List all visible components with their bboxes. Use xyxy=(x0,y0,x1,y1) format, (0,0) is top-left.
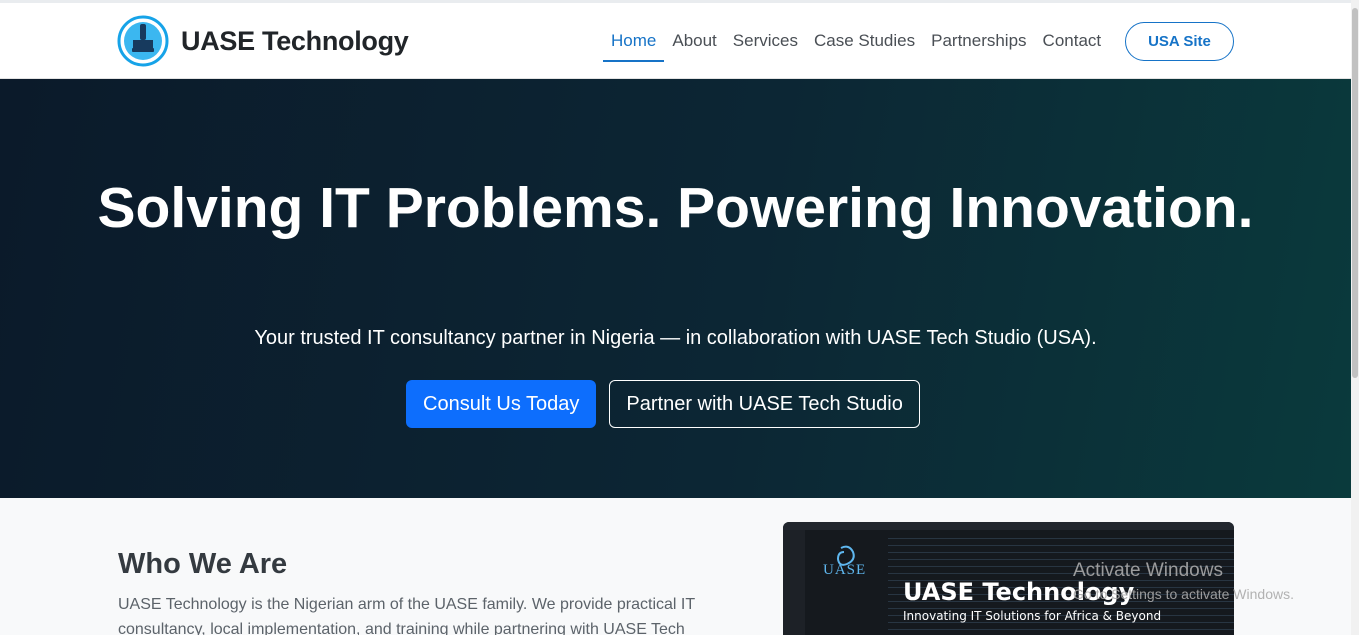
nav-about[interactable]: About xyxy=(664,22,724,60)
nav-home[interactable]: Home xyxy=(603,22,665,62)
partner-button[interactable]: Partner with UASE Tech Studio xyxy=(609,380,920,428)
windows-activation-watermark: Activate Windows Go to Settings to activ… xyxy=(1073,560,1294,602)
brand-name: UASE Technology xyxy=(181,25,409,56)
nav-case-studies[interactable]: Case Studies xyxy=(806,22,923,60)
image-sidebar xyxy=(783,530,805,635)
about-title: Who We Are xyxy=(118,548,288,580)
image-tagline: Innovating IT Solutions for Africa & Bey… xyxy=(903,609,1162,623)
page-scrollbar[interactable] xyxy=(1351,0,1359,635)
hero-title-text: Solving IT Problems. Powering Innovation… xyxy=(97,176,1254,240)
scrollbar-thumb[interactable] xyxy=(1352,8,1358,378)
brand[interactable]: UASE Technology xyxy=(117,15,409,67)
navbar: UASE Technology Home About Services Case… xyxy=(0,3,1351,79)
nav-services[interactable]: Services xyxy=(725,22,806,60)
image-logo-text: UASE xyxy=(823,562,867,578)
hero-subtitle: Your trusted IT consultancy partner in N… xyxy=(254,327,1097,349)
watermark-title: Activate Windows xyxy=(1073,560,1223,581)
consult-button[interactable]: Consult Us Today xyxy=(406,380,597,428)
usa-site-button[interactable]: USA Site xyxy=(1125,22,1234,61)
watermark-subtitle: Go to Settings to activate Windows. xyxy=(1073,586,1294,602)
about-text: UASE Technology is the Nigerian arm of t… xyxy=(118,596,695,635)
nav-contact[interactable]: Contact xyxy=(1035,22,1110,60)
brush-icon xyxy=(117,15,169,67)
image-titlebar xyxy=(783,522,1234,530)
hero-section: Solving IT Problems. Powering Innovation… xyxy=(0,79,1351,498)
nav-partnerships[interactable]: Partnerships xyxy=(923,22,1034,60)
hero-title: Solving IT Problems. Powering Innovation… xyxy=(0,175,1351,241)
hero-buttons: Consult Us Today Partner with UASE Tech … xyxy=(406,380,920,428)
main-nav: Home About Services Case Studies Partner… xyxy=(603,3,1109,79)
